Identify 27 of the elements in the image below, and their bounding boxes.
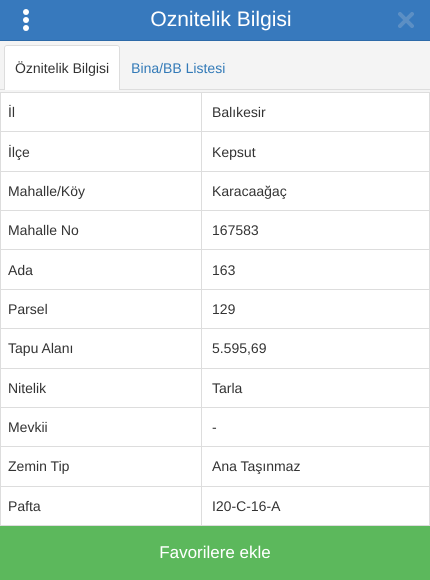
table-cell: Ana Taşınmaz	[201, 447, 429, 486]
table-cell-text: Tapu Alanı	[7, 339, 74, 358]
table-cell: Kepsut	[201, 132, 429, 171]
table-cell: Karacaağaç	[201, 172, 429, 210]
table-cell: Tarla	[201, 368, 429, 407]
table-cell: 5.595,69	[201, 329, 429, 368]
table-cell-text: İl	[7, 103, 16, 122]
window-title: Oznitelik Bilgisi	[150, 8, 292, 32]
table-cell-text: Ada	[7, 260, 34, 280]
table-cell-text: Zemin Tip	[7, 457, 70, 476]
table-cell: 163	[201, 250, 429, 289]
table-cell-text: Mevkii	[7, 418, 49, 438]
favorite-button[interactable]: Favorilere ekle	[0, 526, 430, 580]
table-cell: 167583	[201, 211, 429, 250]
tab[interactable]: Öznitelik Bilgisi	[4, 45, 120, 90]
tab[interactable]: Bina/BB Listesi	[120, 45, 236, 90]
table-cell: 129	[201, 290, 429, 328]
table-cell: I20-C-16-A	[201, 486, 429, 525]
table-cell: Balıkesir	[201, 93, 429, 132]
menu-icon[interactable]	[22, 8, 30, 32]
table-cell: -	[201, 408, 429, 446]
table-cell-text: İlçe	[7, 142, 31, 162]
table-cell-text: Mahalle/Köy	[7, 182, 86, 201]
table-cell-text: Parsel	[7, 300, 49, 319]
table-cell-text: Pafta	[7, 496, 42, 516]
table-cell-text: Mahalle No	[7, 221, 80, 240]
table-cell-text: Nitelik	[7, 378, 48, 398]
